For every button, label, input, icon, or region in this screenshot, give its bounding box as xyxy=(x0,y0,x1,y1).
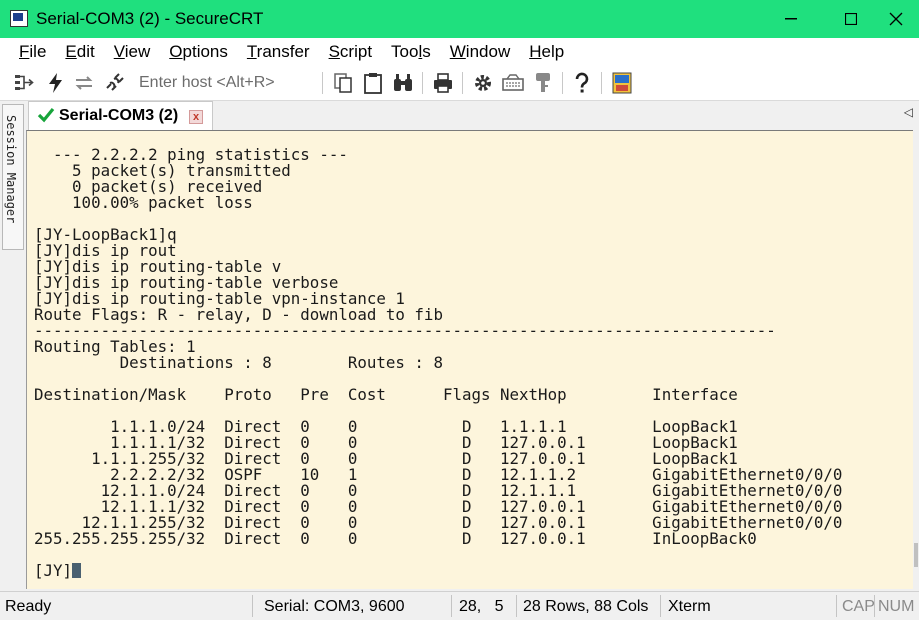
maximize-icon xyxy=(845,13,857,25)
keymap-icon[interactable] xyxy=(501,71,525,95)
paste-icon[interactable] xyxy=(361,71,385,95)
minimize-button[interactable] xyxy=(768,0,814,38)
window-title: Serial-COM3 (2) - SecureCRT xyxy=(36,9,264,28)
close-icon xyxy=(889,12,903,26)
close-window-button[interactable] xyxy=(873,0,919,38)
status-connection: Serial: COM3, 9600 xyxy=(264,598,405,615)
status-cursor-position: 28, 5 xyxy=(459,598,504,615)
host-input[interactable] xyxy=(131,71,323,95)
terminal-line: [JY] xyxy=(34,563,842,579)
key-icon[interactable] xyxy=(531,71,555,95)
terminal-line: Destination/Mask Proto Pre Cost Flags Ne… xyxy=(34,385,738,404)
status-separator xyxy=(660,595,661,617)
maximize-button[interactable] xyxy=(828,0,874,38)
toolbar-separator xyxy=(322,72,323,94)
status-separator xyxy=(836,595,837,617)
status-separator xyxy=(451,595,452,617)
title-bar: Serial-COM3 (2) - SecureCRT xyxy=(0,0,919,38)
session-manager-strip: Session Manager xyxy=(0,101,26,591)
connect-icon[interactable] xyxy=(12,71,36,95)
copy-icon[interactable] xyxy=(331,71,355,95)
menu-script[interactable]: Script xyxy=(310,42,372,62)
tab-close-button[interactable]: x xyxy=(189,110,203,124)
sftp-icon[interactable] xyxy=(610,71,634,95)
menu-options[interactable]: Options xyxy=(150,42,228,62)
menu-bar: File Edit View Options Transfer Script T… xyxy=(0,38,919,66)
terminal-view[interactable]: --- 2.2.2.2 ping statistics --- 5 packet… xyxy=(26,130,913,589)
session-tab-bar: Serial-COM3 (2) x ◁ xyxy=(26,101,919,130)
vertical-scrollbar[interactable] xyxy=(913,130,919,589)
help-icon[interactable] xyxy=(570,71,594,95)
status-terminal-size: 28 Rows, 88 Cols xyxy=(523,598,649,615)
tab-scroll-arrow-icon[interactable]: ◁ xyxy=(904,105,913,119)
menu-view[interactable]: View xyxy=(95,42,151,62)
status-ready: Ready xyxy=(5,598,52,615)
menu-file[interactable]: File xyxy=(0,42,46,62)
status-separator xyxy=(874,595,875,617)
terminal-line: 255.255.255.255/32 Direct 0 0 D 127.0.0.… xyxy=(34,529,757,548)
menu-help[interactable]: Help xyxy=(510,42,564,62)
status-bar: Ready Serial: COM3, 9600 28, 5 28 Rows, … xyxy=(0,591,919,620)
status-separator xyxy=(252,595,253,617)
session-manager-label: Session Manager xyxy=(4,115,18,224)
minimize-icon xyxy=(785,18,797,20)
status-separator xyxy=(516,595,517,617)
tab-serial-com3[interactable]: Serial-COM3 (2) x xyxy=(28,101,213,130)
lightning-icon[interactable] xyxy=(44,71,68,95)
menu-window[interactable]: Window xyxy=(431,42,510,62)
menu-tools[interactable]: Tools xyxy=(372,42,431,62)
menu-transfer[interactable]: Transfer xyxy=(228,42,310,62)
reconnect-icon[interactable] xyxy=(72,71,96,95)
disconnect-icon[interactable] xyxy=(102,71,126,95)
toolbar-separator xyxy=(601,72,602,94)
toolbar xyxy=(0,66,919,101)
terminal-output: --- 2.2.2.2 ping statistics --- 5 packet… xyxy=(34,147,842,579)
status-caps-lock: CAP xyxy=(842,598,875,615)
tab-label: Serial-COM3 (2) xyxy=(59,107,179,124)
terminal-cursor xyxy=(72,563,82,578)
terminal-line: 100.00% packet loss xyxy=(34,193,253,212)
find-icon[interactable] xyxy=(391,71,415,95)
settings-icon[interactable] xyxy=(471,71,495,95)
print-icon[interactable] xyxy=(431,71,455,95)
scrollbar-thumb[interactable] xyxy=(914,543,918,567)
toolbar-separator xyxy=(562,72,563,94)
status-num-lock: NUM xyxy=(878,598,915,615)
toolbar-separator xyxy=(422,72,423,94)
connected-check-icon xyxy=(37,107,55,123)
terminal-line: Destinations : 8 Routes : 8 xyxy=(34,353,443,372)
securecrt-app-icon[interactable] xyxy=(10,10,28,27)
status-emulation: Xterm xyxy=(668,598,711,615)
toolbar-separator xyxy=(462,72,463,94)
menu-edit[interactable]: Edit xyxy=(46,42,94,62)
session-manager-tab[interactable]: Session Manager xyxy=(2,104,24,250)
